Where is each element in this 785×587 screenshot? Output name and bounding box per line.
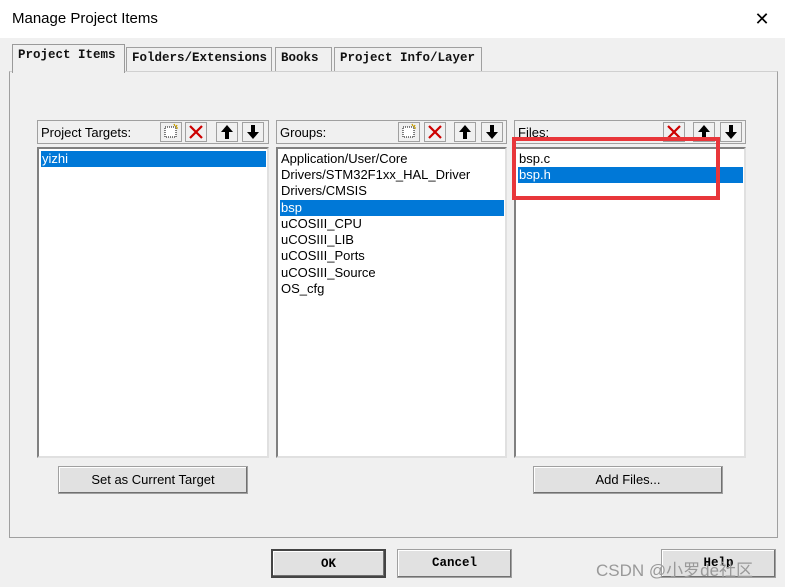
move-up-icon — [221, 125, 233, 139]
targets-header: Project Targets: — [37, 120, 269, 144]
move-group-up-button[interactable] — [454, 122, 476, 142]
list-item[interactable]: uCOSIII_LIB — [280, 232, 354, 248]
annotation-highlight-box — [512, 137, 720, 200]
tab-project-items[interactable]: Project Items — [12, 44, 125, 73]
ok-button[interactable]: OK — [271, 549, 386, 578]
move-down-icon — [486, 125, 498, 139]
tab-project-info-layer[interactable]: Project Info/Layer — [334, 47, 482, 71]
delete-icon — [428, 125, 442, 139]
add-files-button[interactable]: Add Files... — [533, 466, 723, 494]
move-down-icon — [725, 125, 737, 139]
close-icon[interactable]: ✕ — [744, 4, 780, 34]
move-group-down-button[interactable] — [481, 122, 503, 142]
groups-list[interactable]: Application/User/Core Drivers/STM32F1xx_… — [276, 147, 507, 458]
tab-books[interactable]: Books — [275, 47, 332, 71]
cancel-button[interactable]: Cancel — [397, 549, 512, 578]
new-item-icon — [402, 123, 416, 138]
list-item[interactable]: uCOSIII_CPU — [280, 216, 362, 232]
list-item[interactable]: uCOSIII_Source — [280, 265, 376, 281]
move-target-down-button[interactable] — [242, 122, 264, 142]
list-item[interactable]: uCOSIII_Ports — [280, 248, 365, 264]
new-item-icon — [164, 123, 178, 138]
list-item[interactable]: bsp — [280, 200, 504, 216]
groups-label: Groups: — [280, 125, 327, 140]
list-item[interactable]: OS_cfg — [280, 281, 324, 297]
new-target-button[interactable] — [160, 122, 182, 142]
list-item[interactable]: Drivers/STM32F1xx_HAL_Driver — [280, 167, 470, 183]
list-item[interactable]: yizhi — [41, 151, 266, 167]
move-file-down-button[interactable] — [720, 122, 742, 142]
delete-group-button[interactable] — [424, 122, 446, 142]
window-title: Manage Project Items — [12, 10, 158, 27]
tab-folders-extensions[interactable]: Folders/Extensions — [126, 47, 272, 71]
targets-label: Project Targets: — [41, 125, 132, 140]
delete-target-button[interactable] — [185, 122, 207, 142]
groups-header: Groups: — [276, 120, 507, 144]
delete-icon — [189, 125, 203, 139]
targets-list[interactable]: yizhi — [37, 147, 269, 458]
move-down-icon — [247, 125, 259, 139]
watermark-text: CSDN @小罗de社区 — [596, 561, 754, 580]
new-group-button[interactable] — [398, 122, 420, 142]
move-target-up-button[interactable] — [216, 122, 238, 142]
list-item[interactable]: Application/User/Core — [280, 151, 407, 167]
list-item[interactable]: Drivers/CMSIS — [280, 183, 367, 199]
move-up-icon — [459, 125, 471, 139]
set-current-target-button[interactable]: Set as Current Target — [58, 466, 248, 494]
